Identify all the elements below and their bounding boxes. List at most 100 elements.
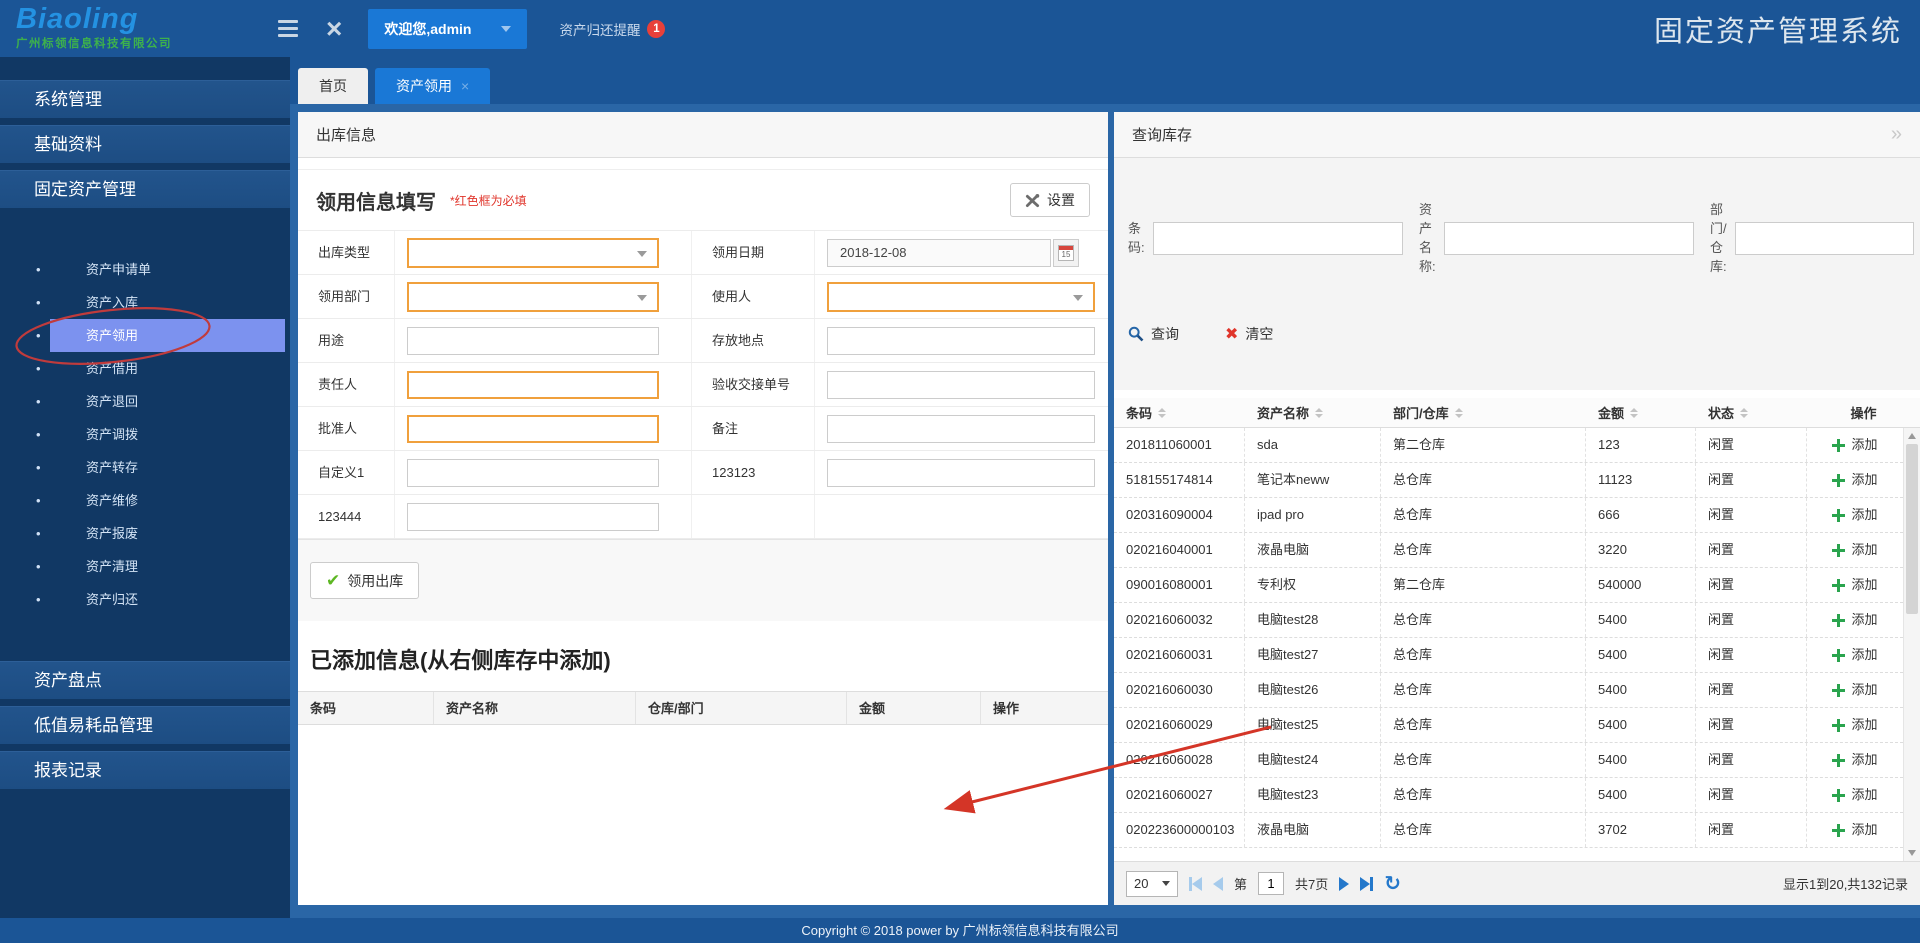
table-cell: 5400 xyxy=(1586,673,1696,707)
add-button[interactable]: 添加 xyxy=(1832,463,1878,497)
add-button[interactable]: 添加 xyxy=(1832,673,1878,707)
add-button[interactable]: 添加 xyxy=(1832,428,1878,462)
sidebar-section[interactable]: 基础资料 xyxy=(0,125,290,163)
sidebar-item[interactable]: • 资产维修 xyxy=(0,484,290,517)
table-cell: 020316090004 xyxy=(1114,498,1245,532)
table-cell: 020216040001 xyxy=(1114,533,1245,567)
text-field[interactable] xyxy=(407,370,659,399)
add-button[interactable]: 添加 xyxy=(1832,533,1878,567)
tab-home[interactable]: 首页 xyxy=(298,68,368,104)
sidebar-item-label: 资产入库 xyxy=(86,295,139,310)
column-header[interactable]: 资产名称 xyxy=(1245,398,1381,427)
column-header-label: 操作 xyxy=(1850,406,1877,421)
sidebar-section[interactable]: 报表记录 xyxy=(0,751,290,789)
column-header[interactable]: 金额 xyxy=(1586,398,1696,427)
select-field[interactable] xyxy=(407,281,659,312)
add-button[interactable]: 添加 xyxy=(1832,603,1878,637)
table-cell: 总仓库 xyxy=(1381,778,1586,812)
field-cell xyxy=(815,363,1108,406)
scroll-down-icon[interactable] xyxy=(1908,850,1916,856)
first-page-button[interactable] xyxy=(1189,876,1202,891)
scrollbar-thumb[interactable] xyxy=(1906,444,1918,614)
search-button[interactable]: 查询 xyxy=(1128,324,1179,344)
sidebar-item[interactable]: • 资产转存 xyxy=(0,451,290,484)
add-button[interactable]: 添加 xyxy=(1832,743,1878,777)
sidebar-item[interactable]: • 资产归还 xyxy=(0,583,290,616)
add-button[interactable]: 添加 xyxy=(1832,638,1878,672)
sidebar-item[interactable]: • 资产申请单 xyxy=(0,253,290,286)
table-cell: 总仓库 xyxy=(1381,463,1586,497)
sidebar-item[interactable]: • 资产入库 xyxy=(0,286,290,319)
sidebar-item[interactable]: • 资产调拨 xyxy=(0,418,290,451)
table-row[interactable]: 020216060032 电脑test28 总仓库 5400 闲置 添加 xyxy=(1114,603,1903,638)
clear-button[interactable]: ✖ 清空 xyxy=(1225,324,1273,344)
refresh-icon[interactable]: ↻ xyxy=(1384,874,1401,894)
close-icon[interactable]: × xyxy=(326,14,342,43)
action-cell: 添加 xyxy=(1807,708,1903,742)
sidebar-section[interactable]: 资产盘点 xyxy=(0,661,290,699)
sidebar-item-active[interactable]: • 资产领用 xyxy=(0,319,290,352)
requisition-submit-button[interactable]: ✔ 领用出库 xyxy=(310,562,420,599)
column-header[interactable]: 部门/仓库 xyxy=(1381,398,1586,427)
select-field[interactable] xyxy=(407,237,659,268)
return-reminder-link[interactable]: 资产归还提醒 1 xyxy=(559,19,666,39)
table-row[interactable]: 201811060001 sda 第二仓库 123 闲置 添加 xyxy=(1114,428,1903,463)
sidebar-item[interactable]: • 资产借用 xyxy=(0,352,290,385)
text-field[interactable] xyxy=(407,458,659,487)
table-row[interactable]: 020216060029 电脑test25 总仓库 5400 闲置 添加 xyxy=(1114,708,1903,743)
sidebar-section[interactable]: 系统管理 xyxy=(0,80,290,118)
sidebar-item[interactable]: • 资产清理 xyxy=(0,550,290,583)
add-button[interactable]: 添加 xyxy=(1832,498,1878,532)
inventory-table-header: 条码 资产名称 部门/仓库 金额 状态 操作 xyxy=(1114,398,1920,428)
filter-input[interactable] xyxy=(1735,221,1914,255)
next-page-button[interactable] xyxy=(1339,876,1350,891)
prev-page-button[interactable] xyxy=(1213,876,1223,891)
table-row[interactable]: 090016080001 专利权 第二仓库 540000 闲置 添加 xyxy=(1114,568,1903,603)
scroll-up-icon[interactable] xyxy=(1908,433,1916,439)
text-field[interactable] xyxy=(407,502,659,531)
select-field[interactable] xyxy=(827,281,1095,312)
column-header[interactable]: 状态 xyxy=(1696,398,1807,427)
page-number-input[interactable] xyxy=(1258,872,1285,895)
add-button[interactable]: 添加 xyxy=(1832,708,1878,742)
table-row[interactable]: 020216060028 电脑test24 总仓库 5400 闲置 添加 xyxy=(1114,743,1903,778)
column-header[interactable]: 条码 xyxy=(1114,398,1245,427)
text-field[interactable] xyxy=(827,370,1095,399)
page-size-select[interactable]: 20 xyxy=(1126,870,1178,897)
filter-input[interactable] xyxy=(1444,221,1694,255)
collapse-chevron-icon[interactable]: » xyxy=(1891,123,1902,146)
text-field[interactable] xyxy=(827,326,1095,355)
logo-subtitle: 广州标领信息科技有限公司 xyxy=(16,38,172,50)
user-menu-button[interactable]: 欢迎您,admin xyxy=(368,8,528,49)
add-button[interactable]: 添加 xyxy=(1832,813,1878,847)
table-scrollbar[interactable] xyxy=(1903,428,1920,861)
sidebar-item[interactable]: • 资产报废 xyxy=(0,517,290,550)
sidebar-item[interactable]: • 资产退回 xyxy=(0,385,290,418)
tab-close-icon[interactable]: × xyxy=(461,68,469,104)
table-row[interactable]: 020223600000103 液晶电脑 总仓库 3702 闲置 添加 xyxy=(1114,813,1903,848)
table-row[interactable]: 020216060031 电脑test27 总仓库 5400 闲置 添加 xyxy=(1114,638,1903,673)
settings-button[interactable]: 设置 xyxy=(1010,183,1090,217)
table-row[interactable]: 020216060030 电脑test26 总仓库 5400 闲置 添加 xyxy=(1114,673,1903,708)
table-row[interactable]: 020316090004 ipad pro 总仓库 666 闲置 添加 xyxy=(1114,498,1903,533)
menu-toggle-icon[interactable] xyxy=(278,20,298,37)
add-button-label: 添加 xyxy=(1851,787,1878,802)
text-field[interactable] xyxy=(827,458,1095,487)
tab-asset-requisition[interactable]: 资产领用 × xyxy=(375,68,491,104)
sidebar-section[interactable]: 固定资产管理 xyxy=(0,170,290,208)
table-row[interactable]: 020216040001 液晶电脑 总仓库 3220 闲置 添加 xyxy=(1114,533,1903,568)
date-field[interactable]: 2018-12-08 xyxy=(827,238,1051,267)
table-cell: 666 xyxy=(1586,498,1696,532)
sidebar-section[interactable]: 低值易耗品管理 xyxy=(0,706,290,744)
text-field[interactable] xyxy=(407,414,659,443)
field-label: 验收交接单号 xyxy=(692,363,815,406)
text-field[interactable] xyxy=(407,326,659,355)
add-button[interactable]: 添加 xyxy=(1832,778,1878,812)
table-row[interactable]: 020216060027 电脑test23 总仓库 5400 闲置 添加 xyxy=(1114,778,1903,813)
last-page-button[interactable] xyxy=(1360,876,1374,891)
filter-input[interactable] xyxy=(1153,221,1403,255)
text-field[interactable] xyxy=(827,414,1095,443)
table-row[interactable]: 518155174814 笔记本neww 总仓库 11123 闲置 添加 xyxy=(1114,463,1903,498)
calendar-button[interactable]: 15 xyxy=(1053,238,1079,267)
add-button[interactable]: 添加 xyxy=(1832,568,1878,602)
